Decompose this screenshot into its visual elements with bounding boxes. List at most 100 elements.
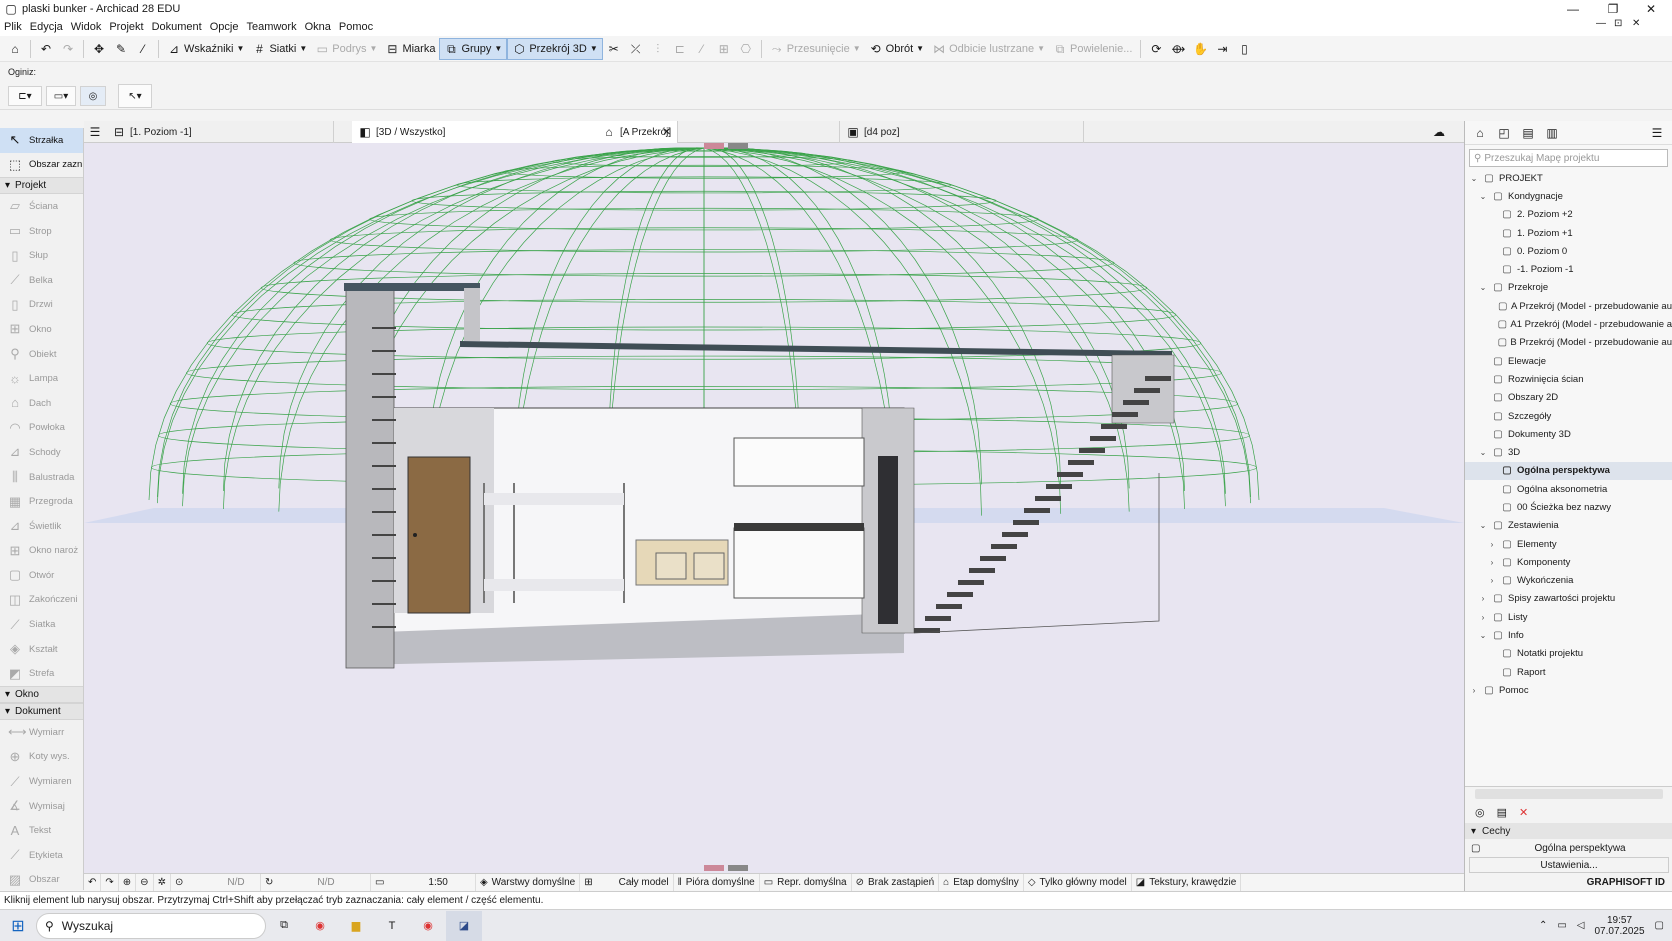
tab-list-icon[interactable]: ☰	[88, 125, 102, 139]
tool-schody[interactable]: ⊿ Schody	[0, 440, 83, 465]
textures-dropdown[interactable]: ◪ Tekstury, krawędzie	[1132, 873, 1242, 892]
tool-wymiar[interactable]: ⟷ Wymiarr	[0, 720, 83, 745]
przesuniecie-button[interactable]: ⤳ Przesunięcie ▼	[766, 38, 865, 60]
redo-view-button[interactable]: ↷	[101, 873, 119, 892]
podrys-button[interactable]: ▭ Podrys ▼	[311, 38, 381, 60]
pan-button[interactable]: ✋	[1189, 38, 1211, 60]
tool-swietlik[interactable]: ⊿ Świetlik	[0, 514, 83, 539]
orbit-button[interactable]: ⟳	[1145, 38, 1167, 60]
tree-item[interactable]: ▢ Obszary 2D	[1465, 389, 1672, 407]
pens-dropdown[interactable]: ǁ Pióra domyślne	[674, 873, 760, 892]
navigator-search-field[interactable]: ⚲ Przeszukaj Mapę projektu	[1469, 149, 1668, 167]
clock[interactable]: 19:57 07.07.2025	[1594, 915, 1644, 937]
tree-item[interactable]: ⌄ ▢ Kondygnacje	[1465, 187, 1672, 205]
pick-button[interactable]: ✥	[88, 38, 110, 60]
przekroj3d-button[interactable]: ⬡ Przekrój 3D ▼	[507, 37, 603, 60]
tab-floorplan[interactable]: ⊟ [1. Poziom -1]	[106, 121, 334, 143]
zoom-in-button[interactable]: ⊕	[119, 873, 137, 892]
menu-widok[interactable]: Widok	[71, 21, 102, 33]
tab-layout[interactable]: ▣ [d4 poz]	[840, 121, 1084, 143]
doc-close-button[interactable]: ✕	[1632, 18, 1640, 29]
tree-item[interactable]: ⌄ ▢ Przekroje	[1465, 279, 1672, 297]
doc-minimize-button[interactable]: —	[1596, 18, 1606, 29]
tree-item[interactable]: ▢ A1 Przekrój (Model - przebudowanie a	[1465, 315, 1672, 333]
tree-item[interactable]: ▢ 0. Poziom 0	[1465, 242, 1672, 260]
tree-toggle-icon[interactable]: ⌄	[1478, 283, 1488, 292]
quick-selection-button[interactable]: ◎	[80, 86, 106, 106]
tree-item[interactable]: ▢ Szczegóły	[1465, 407, 1672, 425]
tree-toggle-icon[interactable]: ›	[1487, 540, 1497, 549]
tool-koty[interactable]: ⊕ Koty wys.	[0, 745, 83, 770]
siatki-button[interactable]: # Siatki ▼	[248, 38, 311, 60]
tree-toggle-icon[interactable]: ›	[1487, 558, 1497, 567]
undo-view-button[interactable]: ↶	[84, 873, 102, 892]
tree-item[interactable]: ▢ B Przekrój (Model - przebudowanie au	[1465, 334, 1672, 352]
grupy-button[interactable]: ⧉ Grupy ▼	[439, 37, 508, 60]
cursor-mode-button[interactable]: ↖▾	[118, 84, 152, 108]
align-button[interactable]: ⫶	[647, 38, 669, 60]
tree-item[interactable]: ⌄ ▢ Info	[1465, 626, 1672, 644]
tool-sciana[interactable]: ▱ Ściana	[0, 194, 83, 219]
tree-item[interactable]: › ▢ Pomoc	[1465, 681, 1672, 699]
phase-dropdown[interactable]: ⌂ Etap domyślny	[939, 873, 1024, 892]
layers-dropdown[interactable]: ◈ Warstwy domyślne	[476, 873, 581, 892]
layout-book-icon[interactable]: ▤	[1521, 126, 1535, 140]
tree-item[interactable]: › ▢ Wykończenia	[1465, 572, 1672, 590]
props-header[interactable]: ▾ Cechy	[1465, 823, 1672, 839]
tree-item[interactable]: ▢ Rozwinięcia ścian	[1465, 370, 1672, 388]
menu-dokument[interactable]: Dokument	[152, 21, 202, 33]
offset-button[interactable]: ⁄	[691, 38, 713, 60]
tool-belka[interactable]: ⟋ Belka	[0, 268, 83, 293]
tree-item[interactable]: ▢ Ogólna perspektywa	[1465, 461, 1672, 481]
tool-drzwi[interactable]: ▯ Drzwi	[0, 293, 83, 318]
tree-toggle-icon[interactable]: ›	[1478, 613, 1488, 622]
minimize-button[interactable]: —	[1558, 0, 1588, 18]
publish-button[interactable]: ⇥	[1211, 38, 1233, 60]
tool-wymiar-promien[interactable]: ⟋ Wymiaren	[0, 769, 83, 794]
selection-mode-button[interactable]: ▭▾	[46, 86, 76, 106]
explorer-button[interactable]: ▆	[338, 911, 374, 941]
menu-opcje[interactable]: Opcje	[210, 21, 239, 33]
tree-item[interactable]: ▢ Ogólna aksonometria	[1465, 480, 1672, 498]
tree-toggle-icon[interactable]: ›	[1469, 686, 1479, 695]
miarka-button[interactable]: ⊟ Miarka	[381, 38, 439, 60]
tool-obszar-zaznaczenia[interactable]: ⬚ Obszar zazn	[0, 153, 83, 178]
3d-viewport[interactable]	[84, 143, 1464, 873]
model-dropdown[interactable]: ⊞ Cały model	[580, 873, 674, 892]
tree-toggle-icon[interactable]: ⌄	[1478, 192, 1488, 201]
task-view-button[interactable]: ⧉	[266, 911, 302, 941]
cloud-icon[interactable]: ☁	[1432, 125, 1446, 139]
settings-button[interactable]: Ustawienia...	[1469, 857, 1669, 873]
inject-button[interactable]: ✎	[110, 38, 132, 60]
wskazniki-button[interactable]: ⊿ Wskaźniki ▼	[163, 38, 248, 60]
split-button[interactable]: ⊞	[713, 38, 735, 60]
settings-circle-icon[interactable]: ◎	[1475, 806, 1485, 819]
tree-item[interactable]: › ▢ Elementy	[1465, 535, 1672, 553]
tool-strzalka[interactable]: ↖ Strzałka	[0, 128, 83, 153]
tool-tekst[interactable]: A Tekst	[0, 818, 83, 843]
chrome-second-button[interactable]: ◉	[410, 911, 446, 941]
horizontal-scrollbar[interactable]	[1475, 789, 1663, 799]
tool-etykieta[interactable]: ⟋ Etykieta	[0, 843, 83, 868]
volume-icon[interactable]: ◁	[1577, 920, 1585, 931]
toolbar-home-button[interactable]: ⌂	[4, 38, 26, 60]
tree-item[interactable]: ▢ Notatki projektu	[1465, 645, 1672, 663]
tool-przegroda[interactable]: ▦ Przegroda	[0, 489, 83, 514]
tree-item[interactable]: ▢ 1. Poziom +1	[1465, 224, 1672, 242]
explore-button[interactable]: ⟴	[1167, 38, 1189, 60]
tree-toggle-icon[interactable]: ⌄	[1469, 174, 1479, 183]
tree-item[interactable]: ▢ Raport	[1465, 663, 1672, 681]
trim-button[interactable]: ✂	[603, 38, 625, 60]
menu-pomoc[interactable]: Pomoc	[339, 21, 373, 33]
redo-button[interactable]: ↷	[57, 38, 79, 60]
tree-item[interactable]: ⌄ ▢ Zestawienia	[1465, 517, 1672, 535]
tool-otwor[interactable]: ▢ Otwór	[0, 563, 83, 588]
tree-item[interactable]: ▢ Elewacje	[1465, 352, 1672, 370]
rotation-display[interactable]: ↻ N/D	[261, 873, 371, 892]
tree-item[interactable]: ⌄ ▢ 3D	[1465, 443, 1672, 461]
magic-wand-button[interactable]: ⁄	[132, 38, 154, 60]
menu-projekt[interactable]: Projekt	[109, 21, 143, 33]
menu-teamwork[interactable]: Teamwork	[246, 21, 296, 33]
tree-toggle-icon[interactable]: ⌄	[1478, 521, 1488, 530]
3d-scene[interactable]	[84, 143, 1464, 873]
